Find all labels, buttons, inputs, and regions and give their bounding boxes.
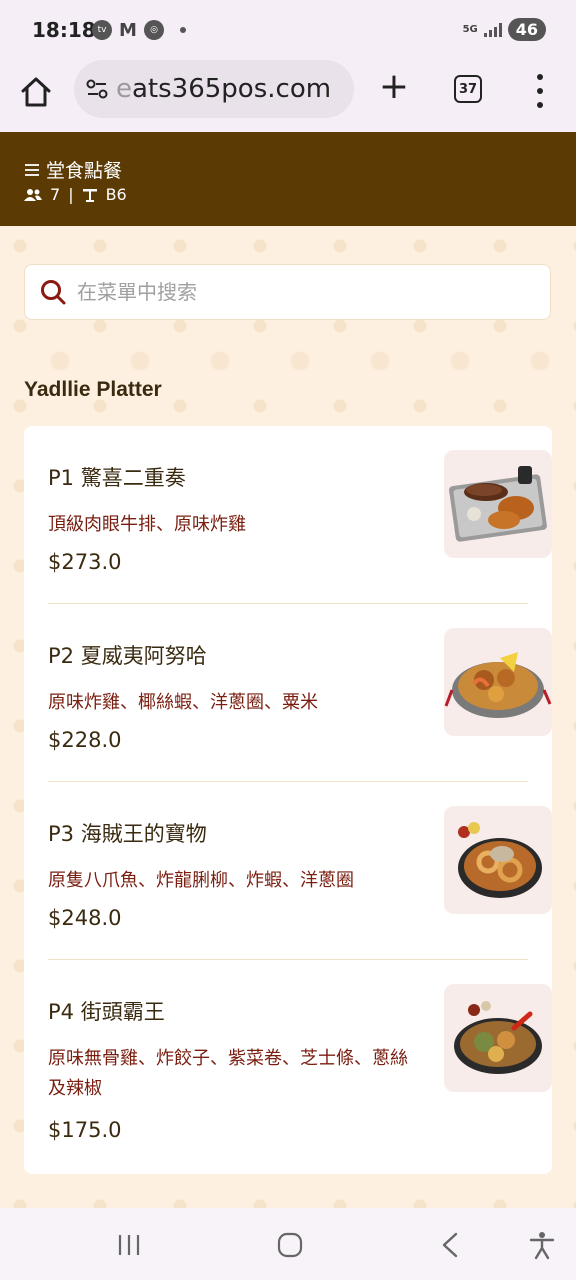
item-photo[interactable] [444,450,552,558]
new-tab-button[interactable]: + [376,69,412,106]
search-input[interactable] [77,280,517,304]
header-menu-toggle[interactable]: 堂食點餐 [24,156,122,183]
recents-icon[interactable] [114,1230,144,1260]
back-icon[interactable] [436,1230,466,1260]
search-icon [41,280,66,305]
browser-toolbar: eats365pos.com + 37 [0,60,576,132]
guests-icon [24,188,42,201]
browser-icon: ◎ [144,20,164,40]
status-notification-icons: tv M ◎ [92,19,186,41]
menu-item[interactable]: P3 海賊王的寶物 原隻八爪魚、炸龍脷柳、炸蝦、洋蔥圈 $248.0 [48,782,552,960]
status-bar: 18:18 tv M ◎ 5G 46 [0,0,576,60]
hktv-icon: tv [92,20,112,40]
search-bar[interactable] [24,264,551,320]
header-order-info: 7 | B6 [24,185,127,204]
item-description: 原隻八爪魚、炸龍脷柳、炸蝦、洋蔥圈 [48,870,354,891]
item-price: $248.0 [48,906,122,930]
header-separator: | [68,185,74,204]
item-name: P3 海賊王的寶物 [48,822,207,846]
signal-icon [483,22,502,37]
url-text[interactable]: eats365pos.com [116,74,346,104]
system-nav-bar [0,1208,576,1280]
address-bar[interactable]: eats365pos.com [74,60,354,118]
site-settings-icon[interactable] [84,76,110,102]
table-number: B6 [105,185,127,204]
network-type: 5G [462,23,478,35]
home-nav-icon[interactable] [275,1230,305,1260]
gmail-icon: M [119,19,137,41]
item-name: P1 驚喜二重奏 [48,466,186,490]
url-prefix: e [116,74,132,104]
category-title: Yadllie Platter [24,378,162,401]
item-description: 原味炸雞、椰絲蝦、洋蔥圈、粟米 [48,692,318,713]
app-header: 堂食點餐 7 | B6 文 A [0,132,576,226]
home-icon[interactable] [18,74,54,110]
menu-content[interactable]: Yadllie Platter P1 驚喜二重奏 頂級肉眼牛排、原味炸雞 $27… [0,226,576,1208]
header-title: 堂食點餐 [46,160,123,182]
item-photo[interactable] [444,984,552,1092]
item-name: P4 街頭霸王 [48,1000,165,1024]
menu-icon [25,163,39,176]
menu-item[interactable]: P4 街頭霸王 原味無骨雞、炸餃子、紫菜卷、芝士條、蔥絲及辣椒 $175.0 [48,960,552,1174]
tab-switcher-button[interactable]: 37 [454,75,482,103]
item-photo[interactable] [444,628,552,736]
item-description: 頂級肉眼牛排、原味炸雞 [48,514,246,535]
url-domain: ats365pos.com [132,74,332,104]
more-options-icon[interactable] [530,74,550,108]
status-time: 18:18 [32,18,96,42]
item-price: $273.0 [48,550,122,574]
guest-count: 7 [50,185,61,204]
menu-item[interactable]: P1 驚喜二重奏 頂級肉眼牛排、原味炸雞 $273.0 [48,426,552,604]
accessibility-icon[interactable] [527,1230,557,1260]
item-name: P2 夏威夷阿努哈 [48,644,207,668]
table-icon [82,188,97,202]
menu-item[interactable]: P2 夏威夷阿努哈 原味炸雞、椰絲蝦、洋蔥圈、粟米 $228.0 [48,604,552,782]
battery-indicator: 46 [507,18,546,41]
menu-item-list: P1 驚喜二重奏 頂級肉眼牛排、原味炸雞 $273.0 P2 夏威夷阿努哈 原味… [24,426,552,1174]
status-right: 5G 46 [463,18,546,41]
more-notifications-dot [180,27,186,33]
item-description: 原味無骨雞、炸餃子、紫菜卷、芝士條、蔥絲及辣椒 [48,1048,408,1099]
item-price: $175.0 [48,1118,122,1142]
item-price: $228.0 [48,728,122,752]
item-photo[interactable] [444,806,552,914]
